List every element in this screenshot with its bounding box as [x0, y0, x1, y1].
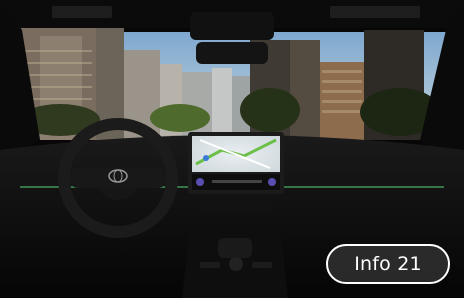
rearview-mirror	[190, 12, 274, 40]
infotainment-screen	[188, 132, 284, 194]
info-badge: Info 21	[326, 244, 450, 284]
